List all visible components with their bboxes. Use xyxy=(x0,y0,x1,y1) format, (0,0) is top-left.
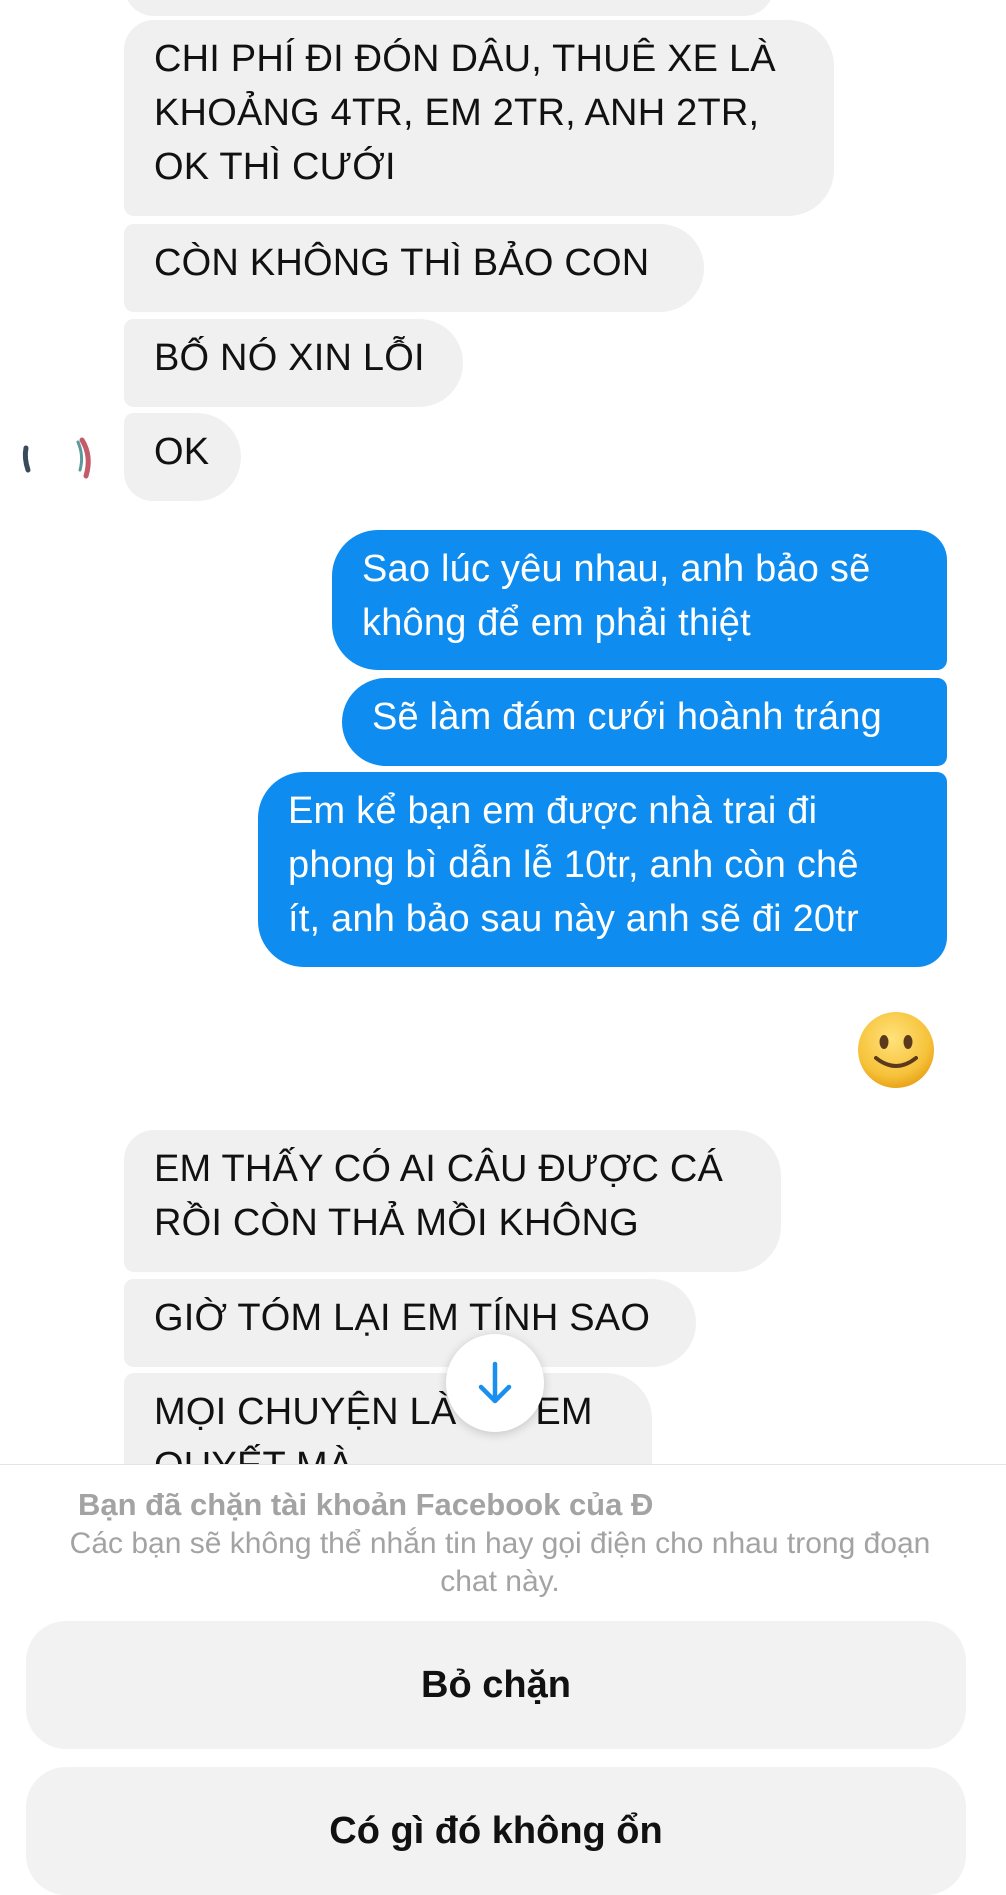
incoming-message[interactable]: BỐ NÓ XIN LỖI xyxy=(124,319,463,407)
arrow-down-icon xyxy=(478,1361,512,1404)
message-line: Em kể bạn em được nhà trai đi xyxy=(288,790,818,832)
message-line: phong bì dẫn lễ 10tr, anh còn chê xyxy=(288,844,859,886)
message-line: Sao lúc yêu nhau, anh bảo sẽ xyxy=(362,548,871,590)
incoming-message[interactable]: CÒN KHÔNG THÌ BẢO CON xyxy=(124,224,704,312)
message-line: CHI PHÍ ĐI ĐÓN DÂU, THUÊ XE LÀ xyxy=(154,38,776,80)
message-line: OK THÌ CƯỚI xyxy=(154,146,396,188)
message-line: KHOẢNG 4TR, EM 2TR, ANH 2TR, xyxy=(154,92,760,134)
message-line: BỐ NÓ XIN LỖI xyxy=(154,337,425,379)
outgoing-message[interactable]: Sao lúc yêu nhau, anh bảo sẽ không để em… xyxy=(332,530,947,670)
unblock-button[interactable]: Bỏ chặn xyxy=(26,1621,966,1749)
message-line: Sẽ làm đám cưới hoành tráng xyxy=(372,696,882,738)
blocked-title: Bạn đã chặn tài khoản Facebook của Đ xyxy=(78,1487,654,1522)
something-wrong-button[interactable]: Có gì đó không ổn xyxy=(26,1767,966,1895)
outgoing-message[interactable]: Em kể bạn em được nhà trai đi phong bì d… xyxy=(258,772,947,967)
message-line: CÒN KHÔNG THÌ BẢO CON xyxy=(154,242,650,284)
incoming-message[interactable]: EM THẤY CÓ AI CÂU ĐƯỢC CÁ RỒI CÒN THẢ MỒ… xyxy=(124,1130,781,1272)
message-line: EM THẤY CÓ AI CÂU ĐƯỢC CÁ xyxy=(154,1148,724,1190)
avatar-icon xyxy=(18,418,98,498)
smiling-face-emoji-icon[interactable] xyxy=(856,1010,936,1090)
message-line: GIỜ TÓM LẠI EM TÍNH SAO xyxy=(154,1297,651,1339)
blocked-description: Các bạn sẽ không thể nhắn tin hay gọi đi… xyxy=(69,1527,931,1598)
scroll-to-bottom-button[interactable] xyxy=(446,1334,544,1432)
blocked-panel: Bạn đã chặn tài khoản Facebook của Đ Các… xyxy=(0,1464,1006,1895)
message-line: QUYẾT MÀ xyxy=(154,1439,622,1464)
message-line: RỒI CÒN THẢ MỒI KHÔNG xyxy=(154,1202,639,1244)
unblock-button-label: Bỏ chặn xyxy=(421,1663,571,1706)
something-wrong-button-label: Có gì đó không ổn xyxy=(329,1809,663,1852)
message-line: ít, anh bảo sau này anh sẽ đi 20tr xyxy=(288,898,859,940)
message-line: MỌI CHUYỆN LÀ DO EM xyxy=(154,1391,593,1433)
message-line: OK xyxy=(154,431,210,473)
incoming-message[interactable]: MỌI CHUYỆN LÀ DO EM QUYẾT MÀ xyxy=(124,1373,652,1464)
contact-avatar[interactable] xyxy=(18,418,98,508)
incoming-message[interactable]: OK xyxy=(124,413,241,501)
chat-thread: CHI PHÍ ĐI ĐÓN DÂU, THUÊ XE LÀ KHOẢNG 4T… xyxy=(0,0,1006,1464)
incoming-message[interactable]: CHI PHÍ ĐI ĐÓN DÂU, THUÊ XE LÀ KHOẢNG 4T… xyxy=(124,20,834,216)
message-line: không để em phải thiệt xyxy=(362,602,751,644)
previous-message-bubble xyxy=(124,0,774,16)
incoming-message[interactable]: GIỜ TÓM LẠI EM TÍNH SAO xyxy=(124,1279,696,1367)
outgoing-message[interactable]: Sẽ làm đám cưới hoành tráng xyxy=(342,678,947,766)
